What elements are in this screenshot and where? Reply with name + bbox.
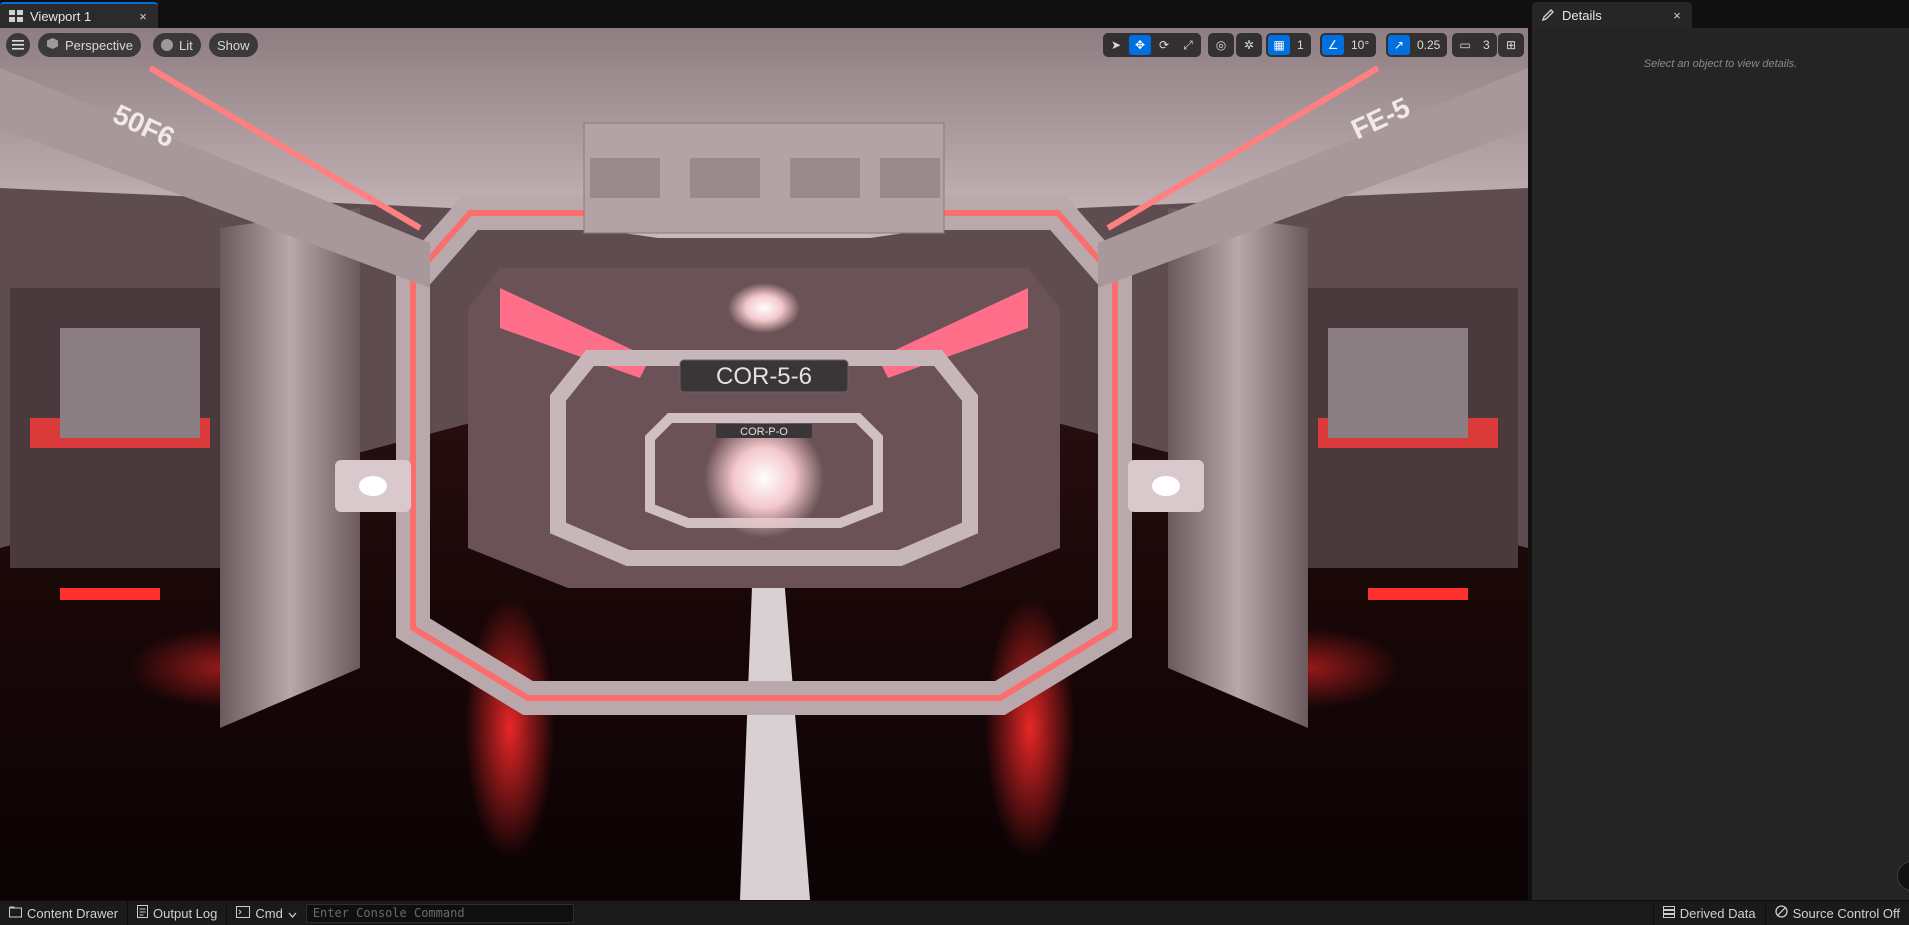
close-icon[interactable]: × [1670,8,1684,23]
no-entry-icon [1774,905,1788,921]
level-viewport[interactable]: COR-5-6 COR-P-O 50F6 FE-5 Perspective Li… [0,28,1528,900]
world-local-toggle: ◎ [1208,33,1234,57]
surface-snap-toggle: ✲ [1236,33,1262,57]
derived-data-button[interactable]: Derived Data [1654,901,1765,925]
console-input[interactable]: Enter Console Command [305,903,574,923]
camera-speed-group: ▭ 3 [1452,33,1497,57]
output-log-button[interactable]: Output Log [128,901,226,925]
derived-data-label: Derived Data [1679,905,1756,921]
scale-icon[interactable]: ⤢ [1177,35,1199,55]
translate-icon[interactable]: ✥ [1129,35,1151,55]
perspective-button[interactable]: Perspective [38,33,141,57]
tab-details-label: Details [1562,7,1602,23]
scale-snap-group: ↗ 0.25 [1386,33,1448,57]
cmd-dropdown[interactable]: Cmd [227,901,305,925]
hamburger-icon [12,38,24,53]
camera-icon[interactable]: ▭ [1454,35,1476,55]
rotation-snap-value[interactable]: 10° [1346,38,1374,52]
grid-snap-group: ▦ 1 [1266,33,1311,57]
viewport-layout-button: ⊞ [1498,33,1524,57]
source-control-label: Source Control Off [1792,905,1900,921]
output-log-label: Output Log [153,905,218,921]
show-button[interactable]: Show [209,33,258,57]
transform-tools: ➤ ✥ ⟳ ⤢ [1103,33,1201,57]
rotate-icon[interactable]: ⟳ [1153,35,1175,55]
viewport-menu-button[interactable] [6,33,30,57]
status-bar: Content Drawer Output Log Cmd Enter Cons… [0,900,1909,925]
select-cursor-icon[interactable]: ➤ [1105,35,1127,55]
grid-snap-icon[interactable]: ▦ [1268,35,1290,55]
lit-label: Lit [179,37,193,53]
scale-snap-icon[interactable]: ↗ [1388,35,1410,55]
cube-icon [46,37,59,53]
chevron-down-icon [288,906,297,921]
details-panel: Select an object to view details. [1532,28,1909,900]
details-empty-hint: Select an object to view details. [1643,58,1798,70]
content-drawer-label: Content Drawer [27,905,119,921]
grid-snap-value[interactable]: 1 [1292,38,1309,52]
tab-details[interactable]: Details × [1532,2,1692,28]
viewport-icon [8,8,24,24]
cmd-label: Cmd [255,905,283,921]
content-drawer-icon [9,906,22,921]
globe-icon[interactable]: ◎ [1210,35,1232,55]
sphere-icon [161,39,173,51]
scene-render: COR-5-6 COR-P-O 50F6 FE-5 [0,28,1528,900]
perspective-label: Perspective [65,37,133,53]
database-icon [1662,905,1675,921]
log-icon [137,905,149,921]
camera-speed-value[interactable]: 3 [1478,38,1495,52]
angle-icon[interactable]: ∠ [1322,35,1344,55]
sign-secondary: COR-P-O [740,426,788,438]
rotation-snap-group: ∠ 10° [1320,33,1377,57]
scale-snap-value[interactable]: 0.25 [1412,38,1445,52]
show-label: Show [217,37,250,53]
sign-main: COR-5-6 [716,363,812,390]
tab-viewport[interactable]: Viewport 1 × [0,2,158,28]
terminal-icon [236,905,251,921]
source-control-button[interactable]: Source Control Off [1766,901,1909,925]
surface-snap-icon[interactable]: ✲ [1238,35,1260,55]
editor-window: Viewport 1 × Details × COR-5-6 COR-P-O 5… [0,0,1909,925]
content-drawer-button[interactable]: Content Drawer [0,901,127,925]
tab-viewport-label: Viewport 1 [30,8,92,24]
close-icon[interactable]: × [136,9,150,24]
lit-button[interactable]: Lit [153,33,201,57]
layout-grid-icon[interactable]: ⊞ [1500,35,1522,55]
status-bar-right: Derived Data Source Control Off [1652,900,1909,925]
tab-strip: Viewport 1 × Details × [0,0,1909,28]
pencil-icon [1540,7,1556,23]
